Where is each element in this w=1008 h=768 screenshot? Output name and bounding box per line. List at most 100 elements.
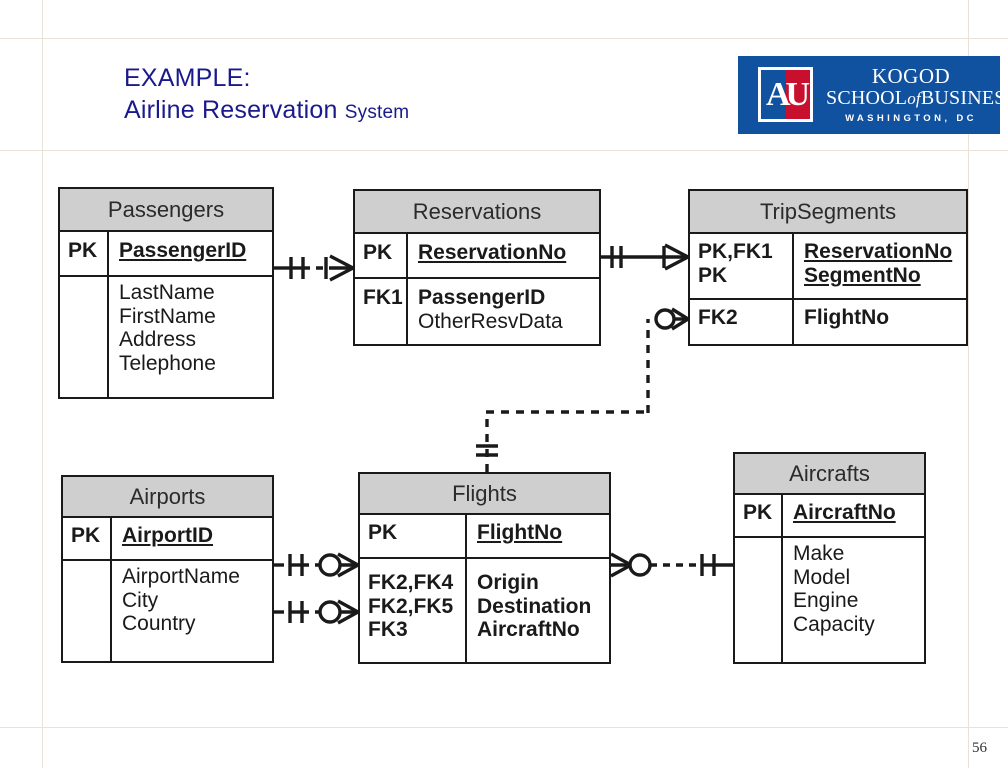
- field-attribute: City: [122, 588, 159, 612]
- fieldcell-pk: AirportID: [112, 518, 272, 561]
- fieldcell-pk: ReservationNo SegmentNo: [794, 234, 966, 300]
- page-number: 56: [972, 740, 987, 756]
- entity-aircrafts-body: PK AircraftNo Make Model Engine Capacity: [735, 495, 924, 662]
- entity-flights[interactable]: Flights PK FK2,FK4 FK2,FK5 FK3 FlightNo …: [358, 472, 611, 664]
- entity-flights-body: PK FK2,FK4 FK2,FK5 FK3 FlightNo Origin D…: [360, 515, 609, 662]
- keycell-pk: PK,FK1 PK: [690, 234, 792, 300]
- keycell-pk: PK: [63, 518, 110, 561]
- relationship-reservations-tripsegments: [601, 243, 689, 271]
- entity-reservations-fieldcolumn: ReservationNo PassengerID OtherResvData: [408, 234, 599, 344]
- fieldcell-attributes: AirportName City Country: [112, 561, 272, 657]
- guide-line-horizontal-footer: [0, 727, 1008, 728]
- guide-line-vertical-left: [42, 0, 43, 768]
- entity-tripsegments-title: TripSegments: [690, 191, 966, 234]
- field-primary-key: ReservationNo: [418, 241, 567, 264]
- fieldcell-pk: ReservationNo: [408, 234, 599, 279]
- keycell-fk: FK1: [355, 279, 406, 342]
- fieldcell-attributes: Make Model Engine Capacity: [783, 538, 924, 658]
- title-subject-small: System: [344, 102, 410, 123]
- entity-airports-title: Airports: [63, 477, 272, 518]
- entity-tripsegments-body: PK,FK1 PK FK2 ReservationNo SegmentNo Fl…: [690, 234, 966, 344]
- keycell-fk: FK2: [690, 300, 792, 342]
- field-attribute: LastName: [119, 281, 215, 304]
- entity-passengers[interactable]: Passengers PK PassengerID LastName First…: [58, 187, 274, 399]
- entity-reservations-title: Reservations: [355, 191, 599, 234]
- field-primary-key: PassengerID: [119, 239, 247, 262]
- field-attribute: Capacity: [793, 613, 875, 637]
- key-label: PK: [363, 241, 393, 264]
- fieldcell-attributes: LastName FirstName Address Telephone: [109, 277, 272, 395]
- entity-aircrafts[interactable]: Aircrafts PK AircraftNo Make Model Engin…: [733, 452, 926, 664]
- keycell-pk: PK: [60, 232, 107, 277]
- fieldcell-attributes: FlightNo: [794, 300, 966, 342]
- field-primary-key: AirportID: [122, 524, 213, 547]
- entity-flights-fieldcolumn: FlightNo Origin Destination AircraftNo: [467, 515, 609, 662]
- field-attribute: FirstName: [119, 304, 216, 328]
- field-primary-key: AircraftNo: [793, 501, 896, 524]
- field-attribute: Make: [793, 542, 845, 565]
- guide-line-horizontal-top: [0, 38, 1008, 39]
- logo-wordmark: KOGOD SCHOOLofBUSINESS WASHINGTON, DC: [826, 64, 1000, 125]
- keycell-nonkey: [735, 538, 781, 658]
- field-attribute: OtherResvData: [418, 309, 563, 333]
- entity-passengers-fieldcolumn: PassengerID LastName FirstName Address T…: [109, 232, 272, 397]
- field-attribute: AirportName: [122, 565, 240, 588]
- fieldcell-attributes: Origin Destination AircraftNo: [467, 559, 609, 658]
- logo-line-kogod: KOGOD: [871, 64, 951, 88]
- entity-aircrafts-fieldcolumn: AircraftNo Make Model Engine Capacity: [783, 495, 924, 662]
- field-primary-key: FlightNo: [477, 521, 563, 544]
- field-attribute: Country: [122, 612, 196, 636]
- entity-tripsegments[interactable]: TripSegments PK,FK1 PK FK2 ReservationNo…: [688, 189, 968, 346]
- field-foreign-key: FlightNo: [804, 306, 890, 329]
- logo-business: BUSINESS: [920, 86, 1000, 109]
- fieldcell-pk: PassengerID: [109, 232, 272, 277]
- slide-title: EXAMPLE: Airline Reservation System: [124, 62, 409, 126]
- keycell-nonkey: [60, 277, 107, 395]
- entity-aircrafts-title: Aircrafts: [735, 454, 924, 495]
- au-monogram-icon: AU: [758, 67, 813, 122]
- entity-flights-keycolumn: PK FK2,FK4 FK2,FK5 FK3: [360, 515, 467, 662]
- entity-tripsegments-fieldcolumn: ReservationNo SegmentNo FlightNo: [794, 234, 966, 344]
- key-label: FK1: [363, 286, 403, 309]
- key-label: PK: [71, 524, 101, 547]
- entity-passengers-title: Passengers: [60, 189, 272, 232]
- key-label: PK: [698, 263, 728, 287]
- keycell-pk: PK: [355, 234, 406, 279]
- guide-line-horizontal-header: [0, 150, 1008, 151]
- entity-airports-keycolumn: PK: [63, 518, 112, 661]
- key-label: PK,FK1: [698, 240, 773, 263]
- keycell-fk: FK2,FK4 FK2,FK5 FK3: [360, 559, 465, 658]
- key-label: FK3: [368, 618, 408, 642]
- keycell-pk: PK: [735, 495, 781, 538]
- fieldcell-pk: AircraftNo: [783, 495, 924, 538]
- relationship-flights-aircrafts: [610, 552, 733, 578]
- keycell-nonkey: [63, 561, 110, 657]
- logo-school: SCHOOL: [826, 86, 908, 109]
- field-primary-key: ReservationNo: [804, 240, 953, 263]
- relationship-passengers-reservations: [274, 254, 354, 282]
- field-foreign-key: AircraftNo: [477, 618, 580, 642]
- slide-canvas: EXAMPLE: Airline Reservation System AU K…: [0, 0, 1008, 768]
- title-line-subject: Airline Reservation System: [124, 94, 409, 126]
- field-attribute: Telephone: [119, 352, 216, 376]
- fieldcell-pk: FlightNo: [467, 515, 609, 559]
- logo-of: of: [907, 88, 921, 108]
- title-subject-main: Airline Reservation: [124, 96, 338, 124]
- entity-aircrafts-keycolumn: PK: [735, 495, 783, 662]
- field-attribute: Engine: [793, 589, 859, 613]
- entity-reservations[interactable]: Reservations PK FK1 ReservationNo Passen…: [353, 189, 601, 346]
- title-line-example: EXAMPLE:: [124, 64, 251, 92]
- entity-airports-fieldcolumn: AirportID AirportName City Country: [112, 518, 272, 661]
- field-foreign-key: PassengerID: [418, 286, 546, 309]
- entity-airports[interactable]: Airports PK AirportID AirportName City C…: [61, 475, 274, 663]
- logo-line-school-of-business: SCHOOLofBUSINESS: [826, 86, 1000, 110]
- key-label: FK2,FK4: [368, 571, 454, 594]
- keycell-pk: PK: [360, 515, 465, 559]
- entity-tripsegments-keycolumn: PK,FK1 PK FK2: [690, 234, 794, 344]
- field-foreign-key: Destination: [477, 594, 592, 618]
- fieldcell-attributes: PassengerID OtherResvData: [408, 279, 599, 342]
- relationship-airports-flights-destination: [274, 599, 359, 625]
- entity-passengers-body: PK PassengerID LastName FirstName Addres…: [60, 232, 272, 397]
- logo-line-location: WASHINGTON, DC: [845, 113, 977, 125]
- key-label: PK: [743, 501, 773, 524]
